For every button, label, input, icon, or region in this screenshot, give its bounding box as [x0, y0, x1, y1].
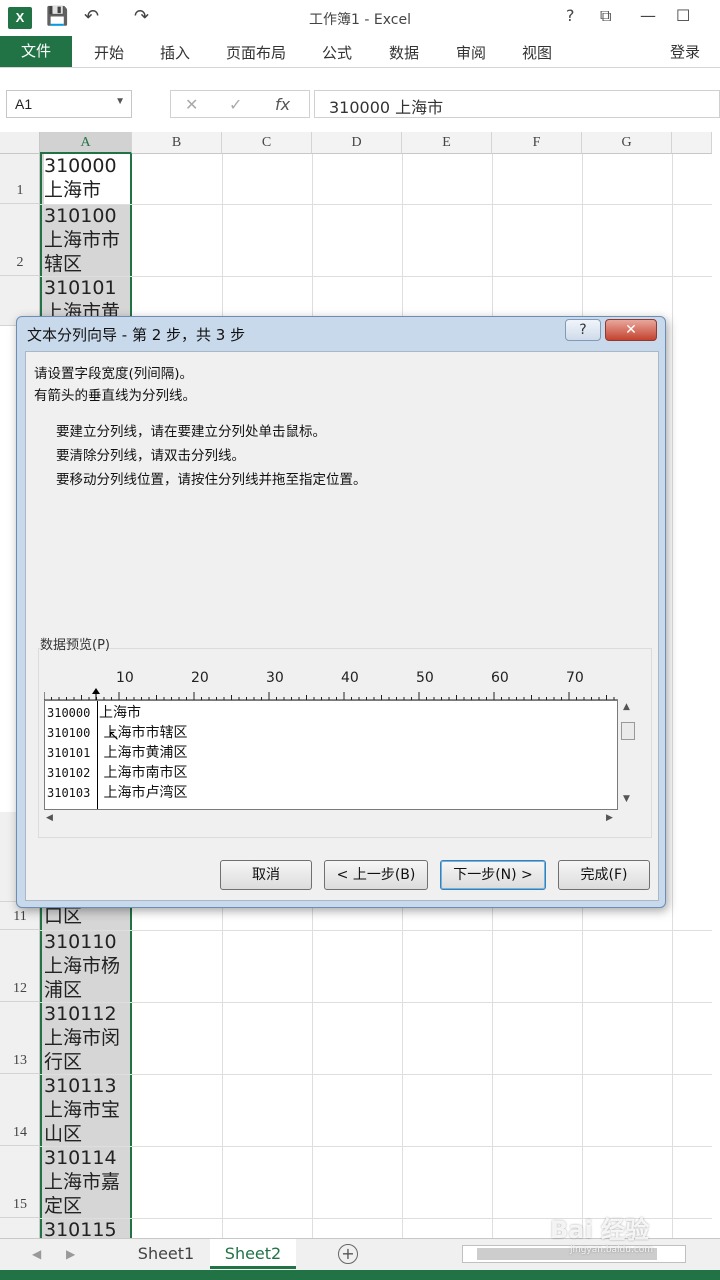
- column-header-f[interactable]: F: [492, 132, 582, 154]
- preview-code: 310101: [47, 746, 91, 760]
- finish-button[interactable]: 完成(F): [558, 860, 650, 890]
- column-header-partial[interactable]: [672, 132, 712, 154]
- status-bar: [0, 1270, 720, 1280]
- mouse-cursor-icon: ↖: [108, 728, 120, 744]
- minimize-button[interactable]: —: [640, 6, 656, 25]
- dialog-title: 文本分列向导 - 第 2 步，共 3 步: [27, 326, 246, 344]
- preview-horizontal-scrollbar[interactable]: ◀ ▶: [44, 812, 618, 828]
- insert-function-icon[interactable]: fx: [275, 95, 290, 114]
- tab-home[interactable]: 开始: [94, 42, 124, 63]
- column-header-g[interactable]: G: [582, 132, 672, 154]
- title-bar: X 💾 ↶ ↷ 工作簿1 - Excel ? ⧉ — ☐: [0, 0, 720, 36]
- add-sheet-button[interactable]: +: [338, 1244, 358, 1264]
- grid-line: [40, 930, 712, 931]
- preview-code: 310000: [47, 706, 91, 720]
- cell-a15[interactable]: 310114 上海市嘉 定区: [44, 1146, 130, 1218]
- tab-sheet1[interactable]: Sheet1: [126, 1239, 206, 1269]
- row-header[interactable]: 2: [0, 204, 40, 276]
- tab-file[interactable]: 文件: [0, 36, 72, 67]
- grid-line: [672, 154, 673, 1238]
- cell-a2[interactable]: 310100 上海市市 辖区: [44, 204, 130, 276]
- cell-a14[interactable]: 310113 上海市宝 山区: [44, 1074, 130, 1146]
- preview-name: 上海市南市区: [99, 765, 188, 781]
- cancel-icon[interactable]: ✕: [185, 95, 198, 114]
- scroll-thumb[interactable]: [621, 722, 635, 740]
- row-header[interactable]: 13: [0, 1002, 40, 1074]
- column-header-d[interactable]: D: [312, 132, 402, 154]
- scroll-right-icon[interactable]: ▶: [606, 813, 613, 823]
- chevron-down-icon[interactable]: ▼: [115, 96, 125, 107]
- tab-view[interactable]: 视图: [522, 42, 552, 63]
- baidu-watermark: Bai 经验 jingyan.baidu.com: [550, 1216, 654, 1255]
- back-button[interactable]: < 上一步(B): [324, 860, 428, 890]
- column-header-c[interactable]: C: [222, 132, 312, 154]
- cell-a13[interactable]: 310112 上海市闵 行区: [44, 1002, 130, 1074]
- scroll-right-icon[interactable]: ▶: [66, 1247, 75, 1261]
- next-button[interactable]: 下一步(N) >: [440, 860, 546, 890]
- formula-buttons: ✕ ✓ fx: [170, 90, 310, 118]
- grid-line: [40, 1146, 712, 1147]
- scroll-down-icon[interactable]: ▼: [623, 794, 630, 804]
- column-header-a[interactable]: A: [40, 132, 132, 154]
- tip-line-2: 要清除分列线，请双击分列线。: [56, 448, 245, 464]
- preview-code: 310100: [47, 726, 91, 740]
- tab-data[interactable]: 数据: [389, 42, 419, 63]
- maximize-button[interactable]: ☐: [676, 6, 690, 25]
- scroll-left-icon[interactable]: ◀: [46, 813, 53, 823]
- dialog-body: 请设置字段宽度(列间隔)。 有箭头的垂直线为分列线。 要建立分列线，请在要建立分…: [25, 351, 659, 901]
- scroll-left-icon[interactable]: ◀: [32, 1247, 41, 1261]
- data-preview-box[interactable]: 310000 上海市 310100 上海市市辖区 310101 上海市黄浦区 3…: [44, 700, 618, 810]
- text-to-columns-dialog: 文本分列向导 - 第 2 步，共 3 步 ? ✕ 请设置字段宽度(列间隔)。 有…: [16, 316, 666, 908]
- cell-a1[interactable]: 310000 上海市: [44, 154, 130, 204]
- row-header[interactable]: 15: [0, 1146, 40, 1218]
- row-header[interactable]: 12: [0, 930, 40, 1002]
- preview-code: 310102: [47, 766, 91, 780]
- cancel-button[interactable]: 取消: [220, 860, 312, 890]
- preview-code: 310103: [47, 786, 91, 800]
- intro-line-1: 请设置字段宽度(列间隔)。: [34, 366, 194, 382]
- grid-line: [40, 1074, 712, 1075]
- tip-line-3: 要移动分列线位置，请按住分列线并拖至指定位置。: [56, 472, 367, 488]
- name-box-value: A1: [15, 96, 33, 112]
- column-header-b[interactable]: B: [132, 132, 222, 154]
- login-link[interactable]: 登录: [670, 41, 700, 62]
- ribbon-tabs: 文件 开始 插入 页面布局 公式 数据 审阅 视图 登录: [0, 36, 720, 68]
- row-header[interactable]: 1: [0, 154, 40, 204]
- row-header[interactable]: [0, 1218, 40, 1238]
- preview-name: 上海市: [99, 705, 141, 721]
- row-header[interactable]: 14: [0, 1074, 40, 1146]
- preview-name: 上海市黄浦区: [99, 745, 188, 761]
- dialog-close-button[interactable]: ✕: [605, 319, 657, 341]
- formula-input[interactable]: 310000 上海市: [314, 90, 720, 118]
- tab-sheet2[interactable]: Sheet2: [210, 1239, 296, 1269]
- select-all-corner[interactable]: [0, 132, 40, 154]
- grid-line: [40, 1002, 712, 1003]
- tab-formulas[interactable]: 公式: [322, 42, 352, 63]
- name-box[interactable]: A1 ▼: [6, 90, 132, 118]
- cell-a12[interactable]: 310110 上海市杨 浦区: [44, 930, 130, 1002]
- column-header-e[interactable]: E: [402, 132, 492, 154]
- tip-line-1: 要建立分列线，请在要建立分列处单击鼠标。: [56, 424, 326, 440]
- help-icon[interactable]: ?: [566, 6, 575, 25]
- window-title: 工作簿1 - Excel: [309, 12, 411, 28]
- grid-line: [40, 276, 712, 277]
- tab-insert[interactable]: 插入: [160, 42, 190, 63]
- cell-a16[interactable]: 310115: [44, 1218, 130, 1238]
- tab-page-layout[interactable]: 页面布局: [226, 42, 286, 63]
- preview-vertical-scrollbar[interactable]: ▲ ▼: [620, 700, 636, 810]
- enter-icon[interactable]: ✓: [229, 95, 242, 114]
- scroll-up-icon[interactable]: ▲: [623, 702, 630, 712]
- ribbon-display-icon[interactable]: ⧉: [600, 6, 611, 26]
- intro-line-2: 有箭头的垂直线为分列线。: [34, 388, 196, 404]
- data-preview-label: 数据预览(P): [40, 638, 110, 653]
- formula-bar: A1 ▼ ✕ ✓ fx 310000 上海市: [0, 80, 720, 126]
- column-break-line[interactable]: [97, 701, 98, 809]
- dialog-help-button[interactable]: ?: [565, 319, 601, 341]
- tab-review[interactable]: 审阅: [456, 42, 486, 63]
- grid-line: [40, 204, 712, 205]
- preview-name: 上海市卢湾区: [99, 785, 188, 801]
